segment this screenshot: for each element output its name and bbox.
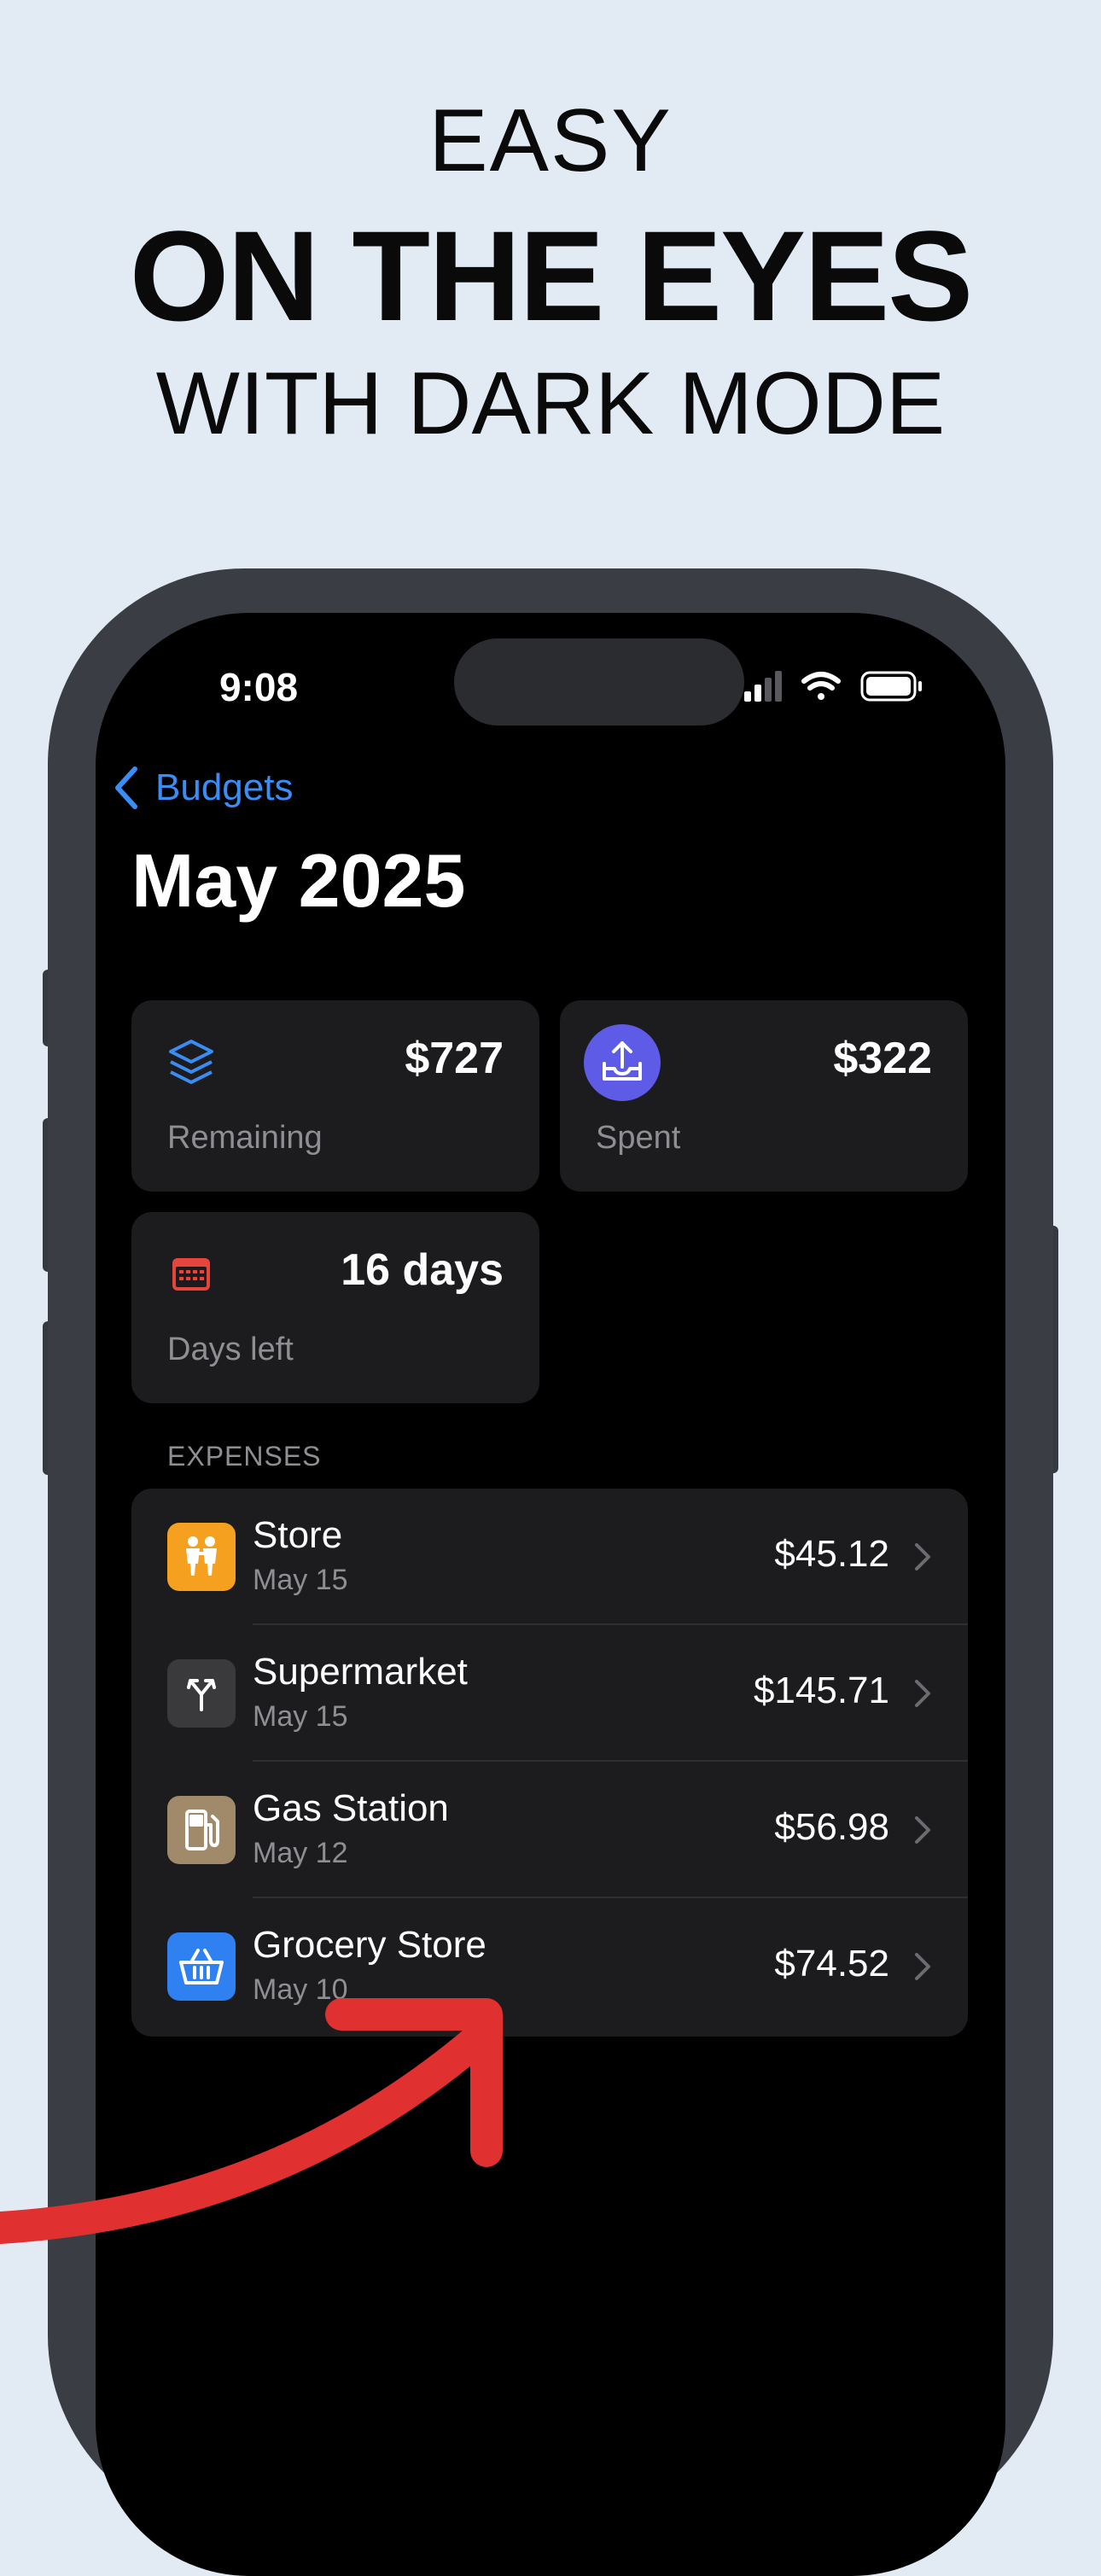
expenses-section-label: EXPENSES bbox=[167, 1441, 322, 1472]
chevron-right-icon bbox=[915, 1816, 930, 1844]
cellular-signal-icon bbox=[744, 671, 782, 702]
phone-screen: 9:08 Budgets May 2025 $727 Remaining $32… bbox=[96, 613, 1005, 2576]
fuel-pump-icon bbox=[167, 1796, 236, 1864]
chevron-left-icon bbox=[115, 766, 137, 809]
headline-line-3: WITH DARK MODE bbox=[155, 354, 946, 453]
expense-row-store[interactable]: Store May 15 $45.12 bbox=[131, 1489, 968, 1625]
headline-line-1: EASY bbox=[428, 91, 673, 190]
expense-date: May 15 bbox=[253, 1564, 348, 1596]
phone-frame: 9:08 Budgets May 2025 $727 Remaining $32… bbox=[48, 568, 1053, 2576]
expense-amount: $45.12 bbox=[774, 1533, 889, 1575]
dynamic-island bbox=[454, 638, 744, 726]
expense-name: Supermarket bbox=[253, 1651, 468, 1693]
expense-amount: $145.71 bbox=[753, 1670, 889, 1711]
days-left-card[interactable]: 16 days Days left bbox=[131, 1212, 539, 1403]
remaining-label: Remaining bbox=[167, 1120, 323, 1156]
headline-line-2: ON THE EYES bbox=[129, 204, 974, 347]
expense-row-grocery-store[interactable]: Grocery Store May 10 $74.52 bbox=[131, 1898, 968, 2035]
chevron-right-icon bbox=[915, 1680, 930, 1707]
basket-icon bbox=[167, 1932, 236, 2001]
expense-amount: $56.98 bbox=[774, 1806, 889, 1848]
expense-name: Store bbox=[253, 1514, 343, 1556]
people-icon bbox=[167, 1523, 236, 1591]
expense-date: May 15 bbox=[253, 1700, 348, 1733]
spent-card[interactable]: $322 Spent bbox=[560, 1000, 968, 1192]
expense-name: Gas Station bbox=[253, 1787, 449, 1829]
days-left-value: 16 days bbox=[341, 1245, 504, 1295]
page-title: May 2025 bbox=[131, 838, 466, 923]
calendar-icon bbox=[172, 1258, 210, 1291]
expense-row-gas-station[interactable]: Gas Station May 12 $56.98 bbox=[131, 1762, 968, 1898]
expense-amount: $74.52 bbox=[774, 1943, 889, 1984]
expense-name: Grocery Store bbox=[253, 1924, 486, 1966]
status-time: 9:08 bbox=[218, 665, 299, 709]
tray-upload-icon bbox=[584, 1024, 661, 1101]
spent-label: Spent bbox=[596, 1120, 681, 1156]
stack-layers-icon bbox=[169, 1040, 213, 1084]
status-icons bbox=[744, 671, 922, 702]
fork-split-icon bbox=[167, 1659, 236, 1728]
back-button-label: Budgets bbox=[155, 766, 294, 808]
days-left-label: Days left bbox=[167, 1332, 294, 1367]
expense-date: May 10 bbox=[253, 1973, 348, 2006]
remaining-card[interactable]: $727 Remaining bbox=[131, 1000, 539, 1192]
back-button[interactable]: Budgets bbox=[113, 758, 293, 818]
chevron-right-icon bbox=[915, 1953, 930, 1980]
expense-row-supermarket[interactable]: Supermarket May 15 $145.71 bbox=[131, 1625, 968, 1762]
expenses-list: Store May 15 $45.12 Supermarket May 15 $… bbox=[131, 1489, 968, 2037]
expense-date: May 12 bbox=[253, 1837, 348, 1869]
spent-value: $322 bbox=[833, 1034, 932, 1083]
chevron-right-icon bbox=[915, 1543, 930, 1571]
battery-icon bbox=[860, 671, 922, 702]
wifi-icon bbox=[801, 672, 841, 700]
remaining-value: $727 bbox=[405, 1034, 504, 1083]
